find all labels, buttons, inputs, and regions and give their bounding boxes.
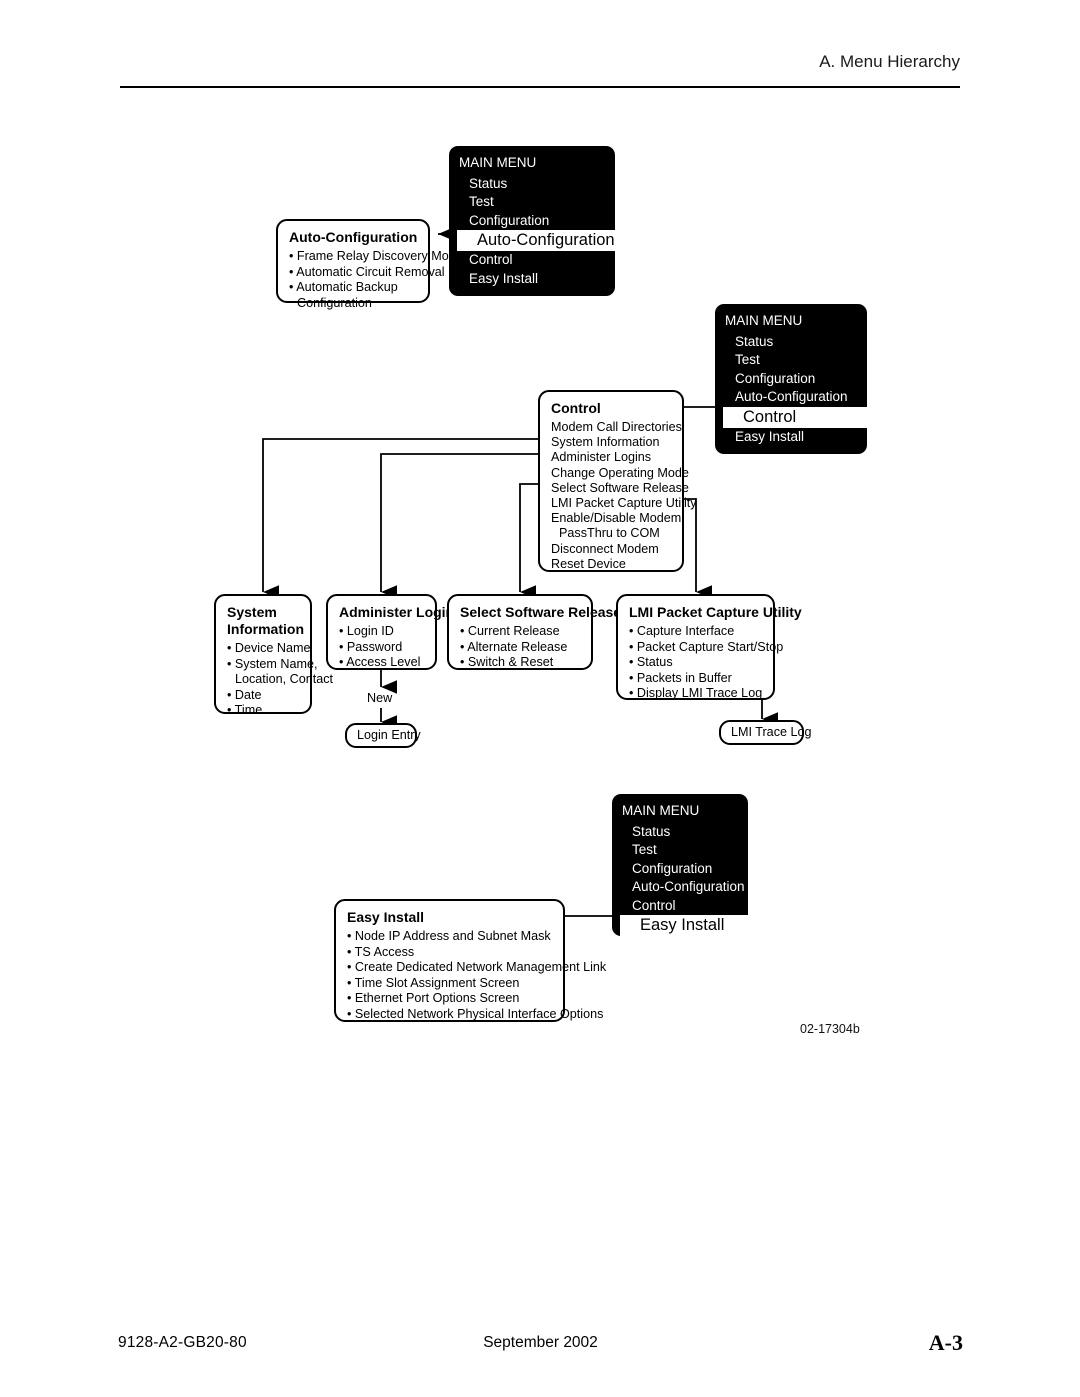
easy-install-item-ts-access: • TS Access <box>347 944 415 959</box>
system-information-item: • System Name, <box>227 656 318 671</box>
administer-logins-title: Administer Logins <box>339 604 462 620</box>
menu-row-status[interactable]: Status <box>612 823 748 842</box>
menu-title: MAIN MENU <box>622 803 700 818</box>
system-information-item: • Device Name <box>227 641 311 655</box>
easy-install-title: Easy Install <box>347 909 425 925</box>
page-header: A. Menu Hierarchy <box>120 52 960 72</box>
menu-row-test[interactable]: Test <box>715 351 867 370</box>
header-divider <box>120 86 960 88</box>
menu-row-auto-configuration[interactable]: Auto-Configuration <box>715 388 867 407</box>
auto-configuration-item: • Frame Relay Discovery Mode <box>289 249 463 263</box>
control-item-enable-disable-modem: Enable/Disable Modem <box>551 511 682 526</box>
select-software-release-item: • Alternate Release <box>460 639 568 654</box>
control-item-system-information: System Information <box>551 435 660 450</box>
system-information-item: • Date <box>227 687 262 702</box>
select-software-release-title: Select Software Release <box>460 604 622 620</box>
menu-row-test[interactable]: Test <box>612 841 748 860</box>
menu-row-control-selected[interactable]: Control <box>723 406 867 428</box>
control-item-administer-logins: Administer Logins <box>551 450 652 465</box>
easy-install-item-dedicated-link: • Create Dedicated Network Management Li… <box>347 960 607 975</box>
auto-configuration-detail-box: Auto-Configuration • Frame Relay Discove… <box>276 219 463 310</box>
auto-configuration-item: • Automatic Backup <box>289 280 398 295</box>
administer-logins-item: • Password <box>339 639 403 654</box>
header-title: A. Menu Hierarchy <box>819 52 960 71</box>
lmi-packet-capture-utility-title: LMI Packet Capture Utility <box>629 604 802 620</box>
menu-row-easy-install[interactable]: Easy Install <box>449 270 615 289</box>
menu-row-auto-configuration[interactable]: Auto-Configuration <box>612 878 748 897</box>
lmi-item-packet-capture-start-stop: • Packet Capture Start/Stop <box>629 639 784 654</box>
menu-row-test[interactable]: Test <box>449 193 615 212</box>
easy-install-box: Easy Install • Node IP Address and Subne… <box>334 899 607 1022</box>
menu-row-auto-configuration-selected[interactable]: Auto-Configuration <box>457 230 615 251</box>
menu-row-status[interactable]: Status <box>449 175 615 194</box>
menu-row-status[interactable]: Status <box>715 333 867 352</box>
control-item-change-operating-mode: Change Operating Mode <box>551 465 689 480</box>
menu-row-configuration[interactable]: Configuration <box>612 860 748 879</box>
footer-page-number: A-3 <box>928 1330 963 1355</box>
lmi-packet-capture-utility-box: LMI Packet Capture Utility • Capture Int… <box>616 594 802 701</box>
control-item-passthru-to-com: PassThru to COM <box>559 526 660 541</box>
menu-row-configuration[interactable]: Configuration <box>715 370 867 389</box>
menu-title: MAIN MENU <box>459 155 537 170</box>
control-item-select-software-release: Select Software Release <box>551 480 689 495</box>
administer-logins-item: • Access Level <box>339 655 421 670</box>
lmi-item-packets-in-buffer: • Packets in Buffer <box>629 670 732 685</box>
control-detail-box: Control Modem Call Directories System In… <box>538 390 697 572</box>
easy-install-item-ethernet-port: • Ethernet Port Options Screen <box>347 991 520 1006</box>
lmi-item-display-lmi-trace-log: • Display LMI Trace Log <box>629 686 763 701</box>
easy-install-item-network-physical: • Selected Network Physical Interface Op… <box>347 1006 604 1021</box>
figure-id: 02-17304b <box>800 1022 860 1036</box>
menu-row-easy-install-selected[interactable]: Easy Install <box>620 915 748 936</box>
auto-configuration-title: Auto-Configuration <box>289 229 418 245</box>
control-item-disconnect-modem: Disconnect Modem <box>551 541 659 556</box>
lmi-trace-log-terminal: LMI Trace Log <box>719 720 812 745</box>
login-entry-terminal: Login Entry <box>345 723 421 748</box>
select-software-release-item: • Switch & Reset <box>460 655 554 670</box>
page-footer: 9128-A2-GB20-80 September 2002 A-3 <box>118 1330 963 1360</box>
select-software-release-item: • Current Release <box>460 624 560 638</box>
auto-configuration-item: Configuration <box>297 295 372 310</box>
footer-date: September 2002 <box>483 1334 598 1351</box>
auto-configuration-item: • Automatic Circuit Removal <box>289 264 445 279</box>
administer-logins-new-label: New <box>367 691 393 705</box>
lmi-item-capture-interface: • Capture Interface <box>629 624 735 638</box>
control-item-reset-device: Reset Device <box>551 556 626 571</box>
system-information-item: • Time <box>227 703 263 718</box>
system-information-box: System Information • Device Name • Syste… <box>214 594 334 717</box>
main-menu-panel-easy-install[interactable]: MAIN MENU Status Test Configuration Auto… <box>612 794 748 936</box>
select-software-release-box: Select Software Release • Current Releas… <box>447 594 622 670</box>
administer-logins-box: Administer Logins • Login ID • Password … <box>326 594 462 670</box>
menu-row-configuration[interactable]: Configuration <box>449 212 615 231</box>
menu-row-control[interactable]: Control <box>612 897 748 916</box>
lmi-item-status: • Status <box>629 655 673 670</box>
control-item-modem-call-directories: Modem Call Directories <box>551 420 682 434</box>
control-item-lmi-packet-capture-utility: LMI Packet Capture Utility <box>551 496 697 511</box>
main-menu-panel-auto-configuration[interactable]: MAIN MENU Status Test Configuration Auto… <box>449 146 615 296</box>
main-menu-panel-control[interactable]: MAIN MENU Status Test Configuration Auto… <box>715 304 867 454</box>
easy-install-item-node-ip: • Node IP Address and Subnet Mask <box>347 929 551 943</box>
menu-row-easy-install[interactable]: Easy Install <box>715 428 867 447</box>
easy-install-item-time-slot: • Time Slot Assignment Screen <box>347 975 520 990</box>
menu-row-control[interactable]: Control <box>449 251 615 270</box>
system-information-item: Location, Contact <box>235 672 334 687</box>
administer-logins-item: • Login ID <box>339 624 394 638</box>
menu-title: MAIN MENU <box>725 313 803 328</box>
system-information-title-line2: Information <box>227 621 304 637</box>
control-title: Control <box>551 400 601 416</box>
